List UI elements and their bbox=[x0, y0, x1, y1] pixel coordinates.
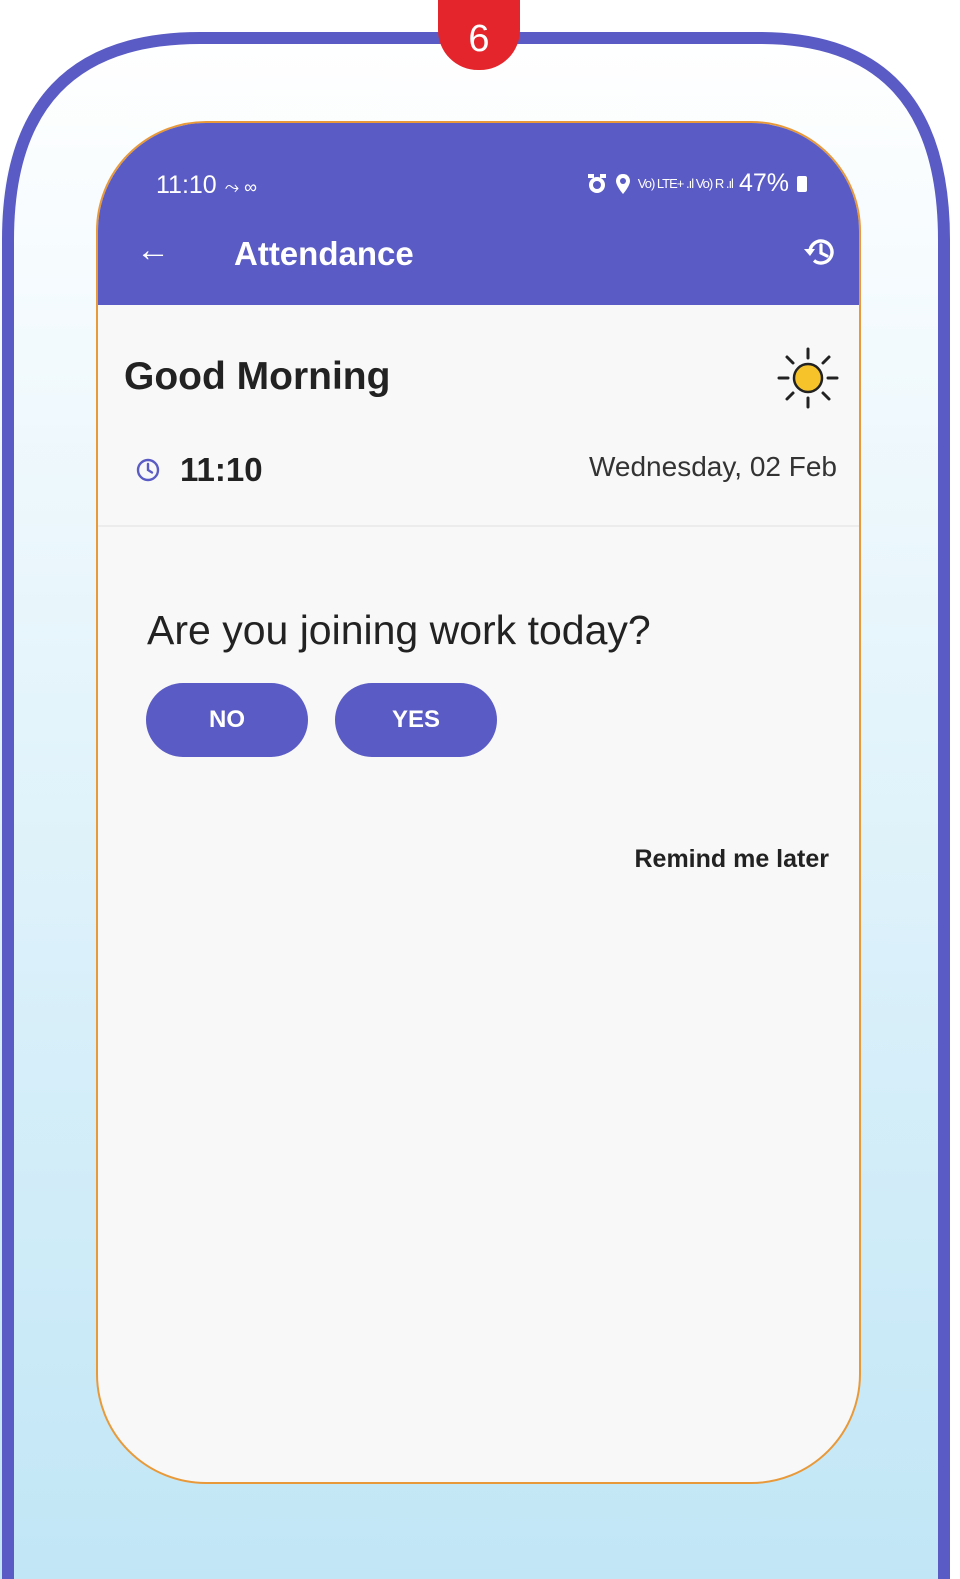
status-time-text: 11:10 bbox=[156, 171, 217, 199]
no-button[interactable]: NO bbox=[146, 683, 308, 757]
greeting-text: Good Morning bbox=[124, 355, 391, 398]
signal-indicators: Vo) LTE+ .ıl Vo) R .ıl bbox=[637, 176, 734, 191]
history-icon[interactable] bbox=[801, 233, 839, 271]
current-time: 11:10 bbox=[180, 451, 263, 488]
greeting-card: Good Morning 11:10 Wednesday, 02 Feb bbox=[98, 305, 859, 527]
battery-icon bbox=[797, 175, 807, 192]
joining-question: Are you joining work today? bbox=[147, 607, 651, 653]
status-bar-time: 11:10 ⤳ ∞ bbox=[156, 171, 257, 200]
status-extra-icons: ⤳ ∞ bbox=[224, 177, 257, 197]
location-icon bbox=[615, 173, 630, 194]
sun-icon bbox=[777, 347, 839, 409]
status-bar-right: Vo) LTE+ .ıl Vo) R .ıl 47% bbox=[586, 169, 807, 198]
alarm-icon bbox=[587, 173, 606, 193]
back-arrow-icon[interactable]: ← bbox=[136, 233, 170, 267]
phone-screen: 11:10 ⤳ ∞ Vo) LTE+ .ıl Vo) R .ıl 47% ← At… bbox=[96, 121, 861, 1484]
yes-button[interactable]: YES bbox=[335, 683, 497, 757]
current-date: Wednesday, 02 Feb bbox=[588, 451, 837, 482]
battery-percent: 47% bbox=[738, 169, 789, 197]
page-title: Attendance bbox=[234, 235, 414, 272]
remind-me-later-link[interactable]: Remind me later bbox=[634, 845, 829, 874]
app-bar: 11:10 ⤳ ∞ Vo) LTE+ .ıl Vo) R .ıl 47% ← At… bbox=[98, 123, 859, 305]
clock-icon bbox=[136, 458, 160, 482]
